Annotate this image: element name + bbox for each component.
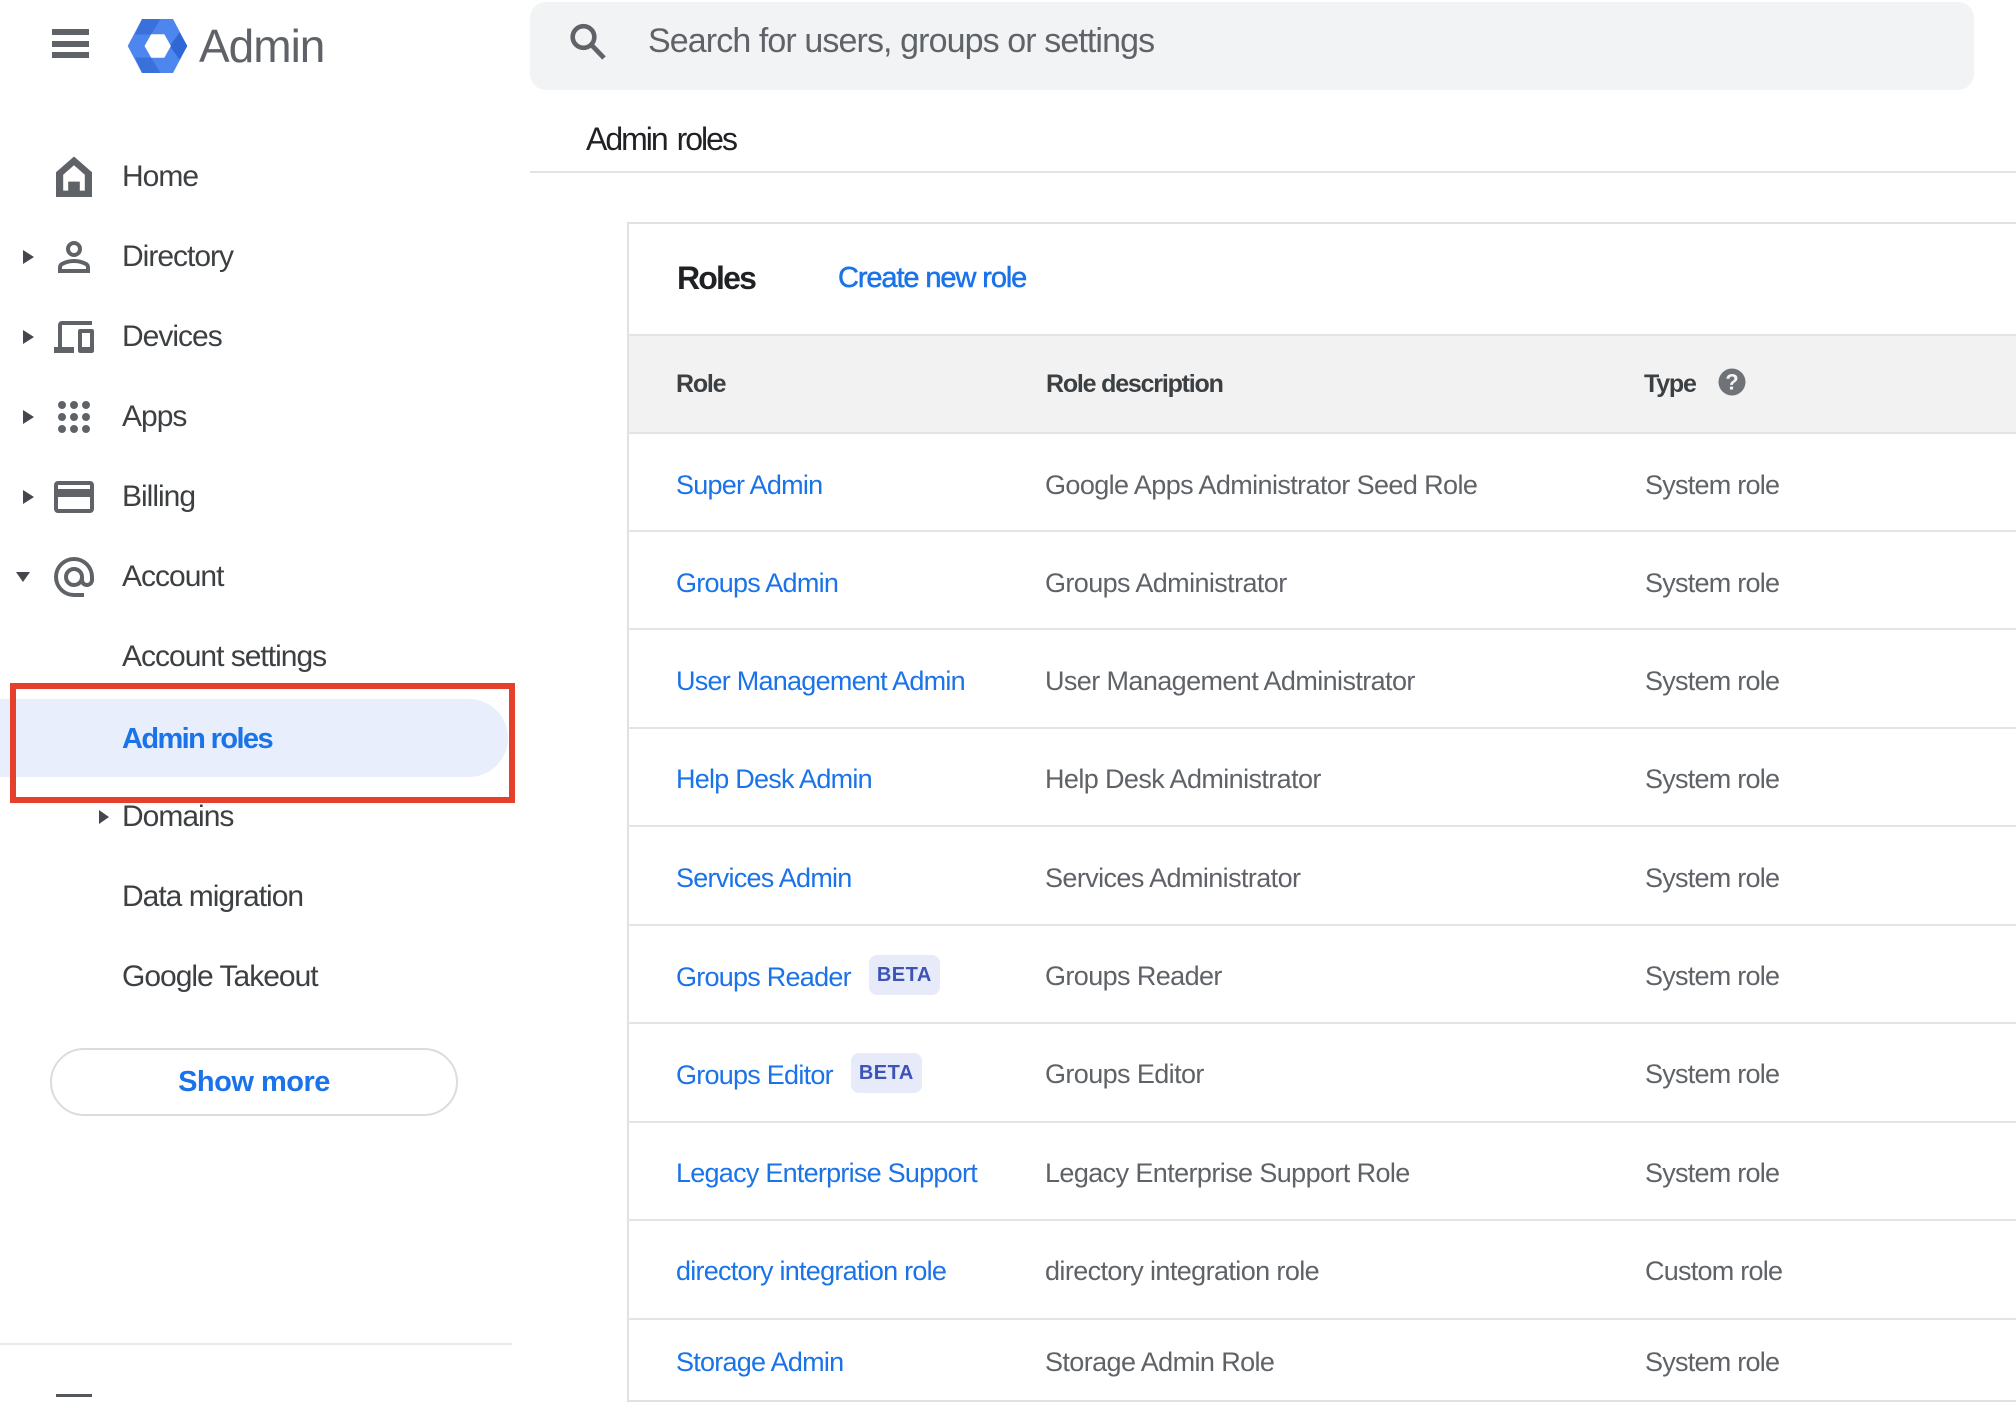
svg-text:?: ?	[1725, 370, 1738, 395]
